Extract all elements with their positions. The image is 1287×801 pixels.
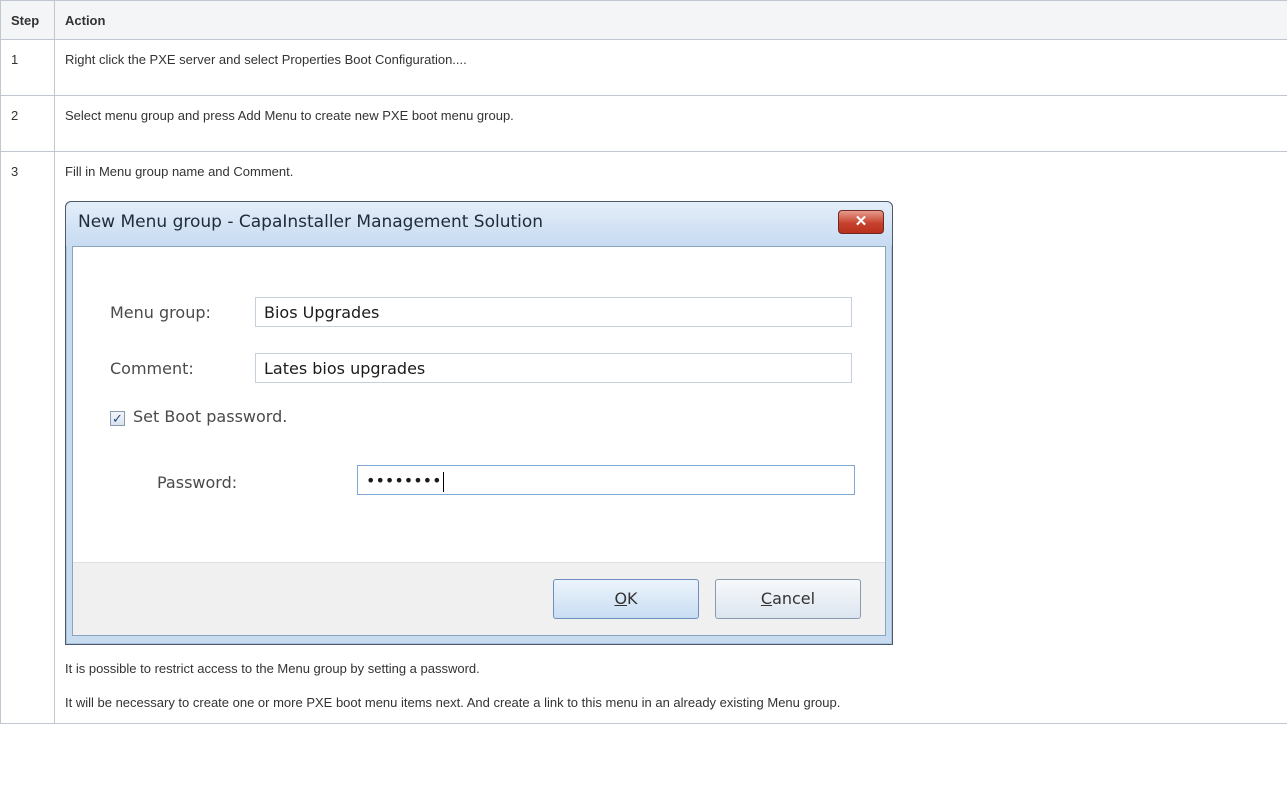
step-number: 2 [0,95,55,152]
password-label: Password: [157,473,238,492]
set-boot-password-label[interactable]: Set Boot password. [133,407,287,426]
set-boot-password-checkbox[interactable]: ✓ [110,411,125,426]
column-header-step: Step [0,0,55,40]
step-action-cell: Fill in Menu group name and Comment. New… [54,151,1287,724]
cancel-label-rest: ancel [772,589,816,608]
menu-group-label: Menu group: [110,303,211,322]
cancel-mnemonic: C [760,589,773,608]
step-number: 1 [0,39,55,96]
dialog-footer: OK Cancel [73,562,885,635]
dialog-client-area: Menu group: Bios Upgrades Comment: Lates… [72,246,886,636]
menu-group-input[interactable]: Bios Upgrades [255,297,852,327]
steps-table: Step Action 1 Right click the PXE server… [0,0,1287,724]
close-icon: ✕ [854,213,868,230]
comment-label: Comment: [110,359,194,378]
step-action: Right click the PXE server and select Pr… [54,39,1287,96]
table-row: 2 Select menu group and press Add Menu t… [0,95,1287,152]
text-caret [442,471,444,492]
table-header-row: Step Action [0,0,1287,40]
note-restrict-access: It is possible to restrict access to the… [65,661,480,676]
password-mask: •••••••• [366,471,442,490]
table-row: 3 Fill in Menu group name and Comment. N… [0,151,1287,724]
ok-button[interactable]: OK [553,579,699,619]
comment-input[interactable]: Lates bios upgrades [255,353,852,383]
new-menu-group-dialog: New Menu group - CapaInstaller Managemen… [65,201,893,645]
table-row: 1 Right click the PXE server and select … [0,39,1287,96]
column-header-action: Action [54,0,1287,40]
step-action: Select menu group and press Add Menu to … [54,95,1287,152]
checkmark-icon: ✓ [112,411,123,426]
cancel-button[interactable]: Cancel [715,579,861,619]
ok-mnemonic: O [614,589,628,608]
step-number: 3 [0,151,55,724]
ok-label-rest: K [627,589,638,608]
step-action: Fill in Menu group name and Comment. [65,164,294,179]
note-next-steps: It will be necessary to create one or mo… [65,695,841,710]
password-input[interactable]: •••••••• [357,465,855,495]
dialog-titlebar: New Menu group - CapaInstaller Managemen… [66,202,892,246]
close-button[interactable]: ✕ [838,210,884,234]
dialog-title: New Menu group - CapaInstaller Managemen… [78,212,544,232]
